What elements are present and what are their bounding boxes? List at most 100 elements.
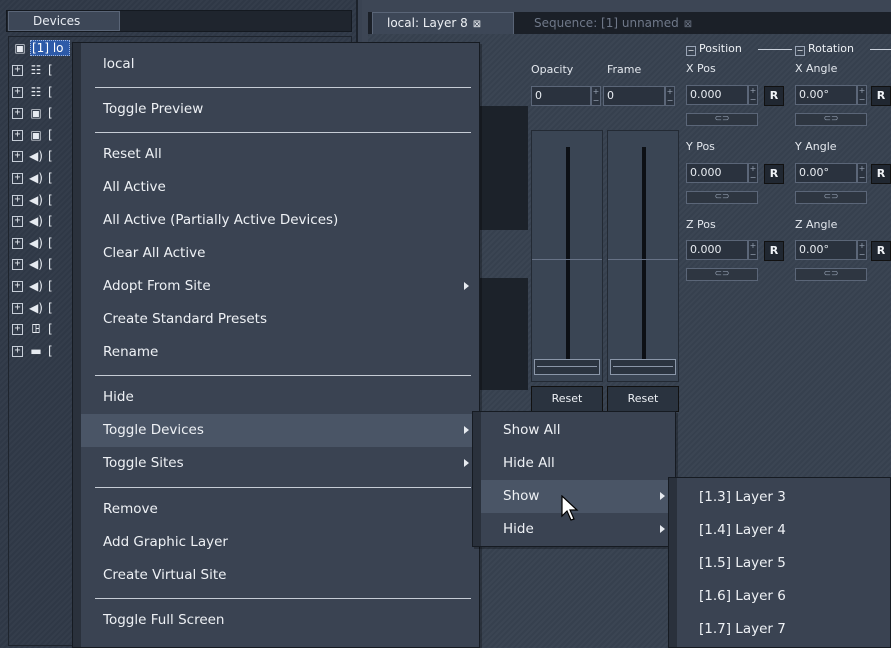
frame-stepper[interactable]: + − <box>665 86 675 106</box>
z-pos-input[interactable]: 0.000 <box>686 240 748 260</box>
tree-item[interactable]: + ◀) [ <box>12 235 72 253</box>
expand-icon[interactable]: + <box>12 173 23 184</box>
menu-item-local[interactable]: local <box>81 48 479 81</box>
slider-handle[interactable] <box>534 359 600 375</box>
tree-item[interactable]: + ◀) [ <box>12 170 72 188</box>
tree-item-label: [ <box>48 322 53 337</box>
x-angle-reset-button[interactable]: R <box>871 86 891 106</box>
tree-item[interactable]: + ☷ [ <box>12 84 72 102</box>
tree-item[interactable]: + ◀) [ <box>12 148 72 166</box>
position-group-header[interactable]: − Position <box>686 42 742 56</box>
close-icon[interactable]: ⊠ <box>473 19 481 30</box>
menu-item-hide[interactable]: Hide <box>81 381 479 414</box>
link-icon[interactable]: ⊂⊃ <box>686 268 758 281</box>
x-pos-stepper[interactable]: + − <box>748 85 758 105</box>
menu-item-hide-all[interactable]: Hide All <box>481 447 675 480</box>
link-icon[interactable]: ⊂⊃ <box>795 113 867 126</box>
link-icon[interactable]: ⊂⊃ <box>795 268 867 281</box>
tree-item[interactable]: + ▣ [ <box>12 105 72 123</box>
menu-item-1-6-layer-6[interactable]: [1.6] Layer 6 <box>677 580 890 613</box>
frame-slider[interactable] <box>607 130 679 382</box>
y-pos-label: Y Pos <box>686 140 715 153</box>
tab-sequence[interactable]: Sequence: [1] unnamed ⊠ <box>520 14 732 34</box>
menu-item-show-all[interactable]: Show All <box>481 414 675 447</box>
tree-item[interactable]: + ◀) [ <box>12 256 72 274</box>
menu-item-remove[interactable]: Remove <box>81 493 479 526</box>
menu-item-create-virtual-site[interactable]: Create Virtual Site <box>81 559 479 592</box>
frame-input[interactable]: 0 <box>603 86 665 106</box>
y-angle-stepper[interactable]: + − <box>857 163 867 183</box>
expand-icon[interactable]: + <box>12 281 23 292</box>
tree-item[interactable]: + ▬ [ <box>12 343 72 361</box>
expand-icon[interactable]: + <box>12 345 23 357</box>
frame-reset-button[interactable]: Reset <box>607 386 679 412</box>
y-angle-reset-button[interactable]: R <box>871 164 891 184</box>
opacity-reset-button[interactable]: Reset <box>531 386 603 412</box>
x-pos-reset-button[interactable]: R <box>764 86 784 106</box>
link-icon[interactable]: ⊂⊃ <box>686 113 758 126</box>
z-angle-reset-button[interactable]: R <box>871 241 891 261</box>
tree-item[interactable]: + ▣ [ <box>12 127 72 145</box>
x-pos-input[interactable]: 0.000 <box>686 85 748 105</box>
devices-tab[interactable]: Devices <box>8 11 120 31</box>
menu-item-reset-all[interactable]: Reset All <box>81 138 479 171</box>
x-angle-input[interactable]: 0.00° <box>795 85 857 105</box>
expand-icon[interactable]: + <box>12 108 23 120</box>
z-pos-stepper[interactable]: + − <box>748 240 758 260</box>
menu-item-1-7-layer-7[interactable]: [1.7] Layer 7 <box>677 613 890 646</box>
menu-item-1-5-layer-5[interactable]: [1.5] Layer 5 <box>677 547 890 580</box>
menu-item-toggle-preview[interactable]: Toggle Preview <box>81 93 479 126</box>
expand-icon[interactable]: + <box>12 86 23 98</box>
opacity-stepper[interactable]: + − <box>591 86 601 106</box>
y-pos-reset-button[interactable]: R <box>764 164 784 184</box>
tree-item[interactable]: + ◀) [ <box>12 300 72 318</box>
expand-icon[interactable]: + <box>12 324 23 336</box>
tree-item[interactable]: + ◀) [ <box>12 192 72 210</box>
tree-item[interactable]: + ◀) [ <box>12 213 72 231</box>
opacity-input[interactable]: 0 <box>531 86 591 106</box>
menu-item-clear-all-active[interactable]: Clear All Active <box>81 237 479 270</box>
link-icon[interactable]: ⊂⊃ <box>795 191 867 204</box>
menu-item-toggle-devices[interactable]: Toggle Devices <box>81 414 479 447</box>
z-pos-reset-button[interactable]: R <box>764 241 784 261</box>
tree-root-label[interactable]: [1] lo <box>30 40 70 56</box>
menu-item-adopt-from-site[interactable]: Adopt From Site <box>81 270 479 303</box>
opacity-slider[interactable] <box>531 130 603 382</box>
collapse-icon[interactable]: − <box>686 46 696 56</box>
tree-root-item[interactable]: ▣ [1] lo <box>12 40 72 56</box>
expand-icon[interactable]: + <box>12 259 23 271</box>
menu-item-1-3-layer-3[interactable]: [1.3] Layer 3 <box>677 481 890 514</box>
expand-icon[interactable]: + <box>12 237 23 249</box>
expand-icon[interactable]: + <box>12 129 23 141</box>
rotation-group-header[interactable]: − Rotation <box>795 42 854 56</box>
menu-item-toggle-sites[interactable]: Toggle Sites <box>81 447 479 480</box>
z-angle-input[interactable]: 0.00° <box>795 240 857 260</box>
expand-icon[interactable]: + <box>12 216 23 228</box>
close-icon[interactable]: ⊠ <box>684 19 692 30</box>
y-angle-input[interactable]: 0.00° <box>795 163 857 183</box>
menu-item-1-4-layer-4[interactable]: [1.4] Layer 4 <box>677 514 890 547</box>
expand-icon[interactable]: + <box>12 151 23 163</box>
z-angle-stepper[interactable]: + − <box>857 240 867 260</box>
tab-layer[interactable]: local: Layer 8 ⊠ <box>372 12 514 34</box>
menu-item-all-active[interactable]: All Active <box>81 171 479 204</box>
collapse-icon[interactable]: − <box>795 46 805 56</box>
y-pos-stepper[interactable]: + − <box>748 163 758 183</box>
menu-item-all-active-partially-active-devices[interactable]: All Active (Partially Active Devices) <box>81 204 479 237</box>
expand-icon[interactable]: + <box>12 302 23 314</box>
tree-item[interactable]: + ☷ [ <box>12 62 72 80</box>
menu-item-create-standard-presets[interactable]: Create Standard Presets <box>81 303 479 336</box>
x-angle-stepper[interactable]: + − <box>857 85 867 105</box>
y-pos-input[interactable]: 0.000 <box>686 163 748 183</box>
expand-icon[interactable]: + <box>12 65 23 76</box>
menu-item-label: Add Graphic Layer <box>103 534 228 550</box>
slider-handle[interactable] <box>610 359 676 375</box>
tree-item[interactable]: + ꖸ [ <box>12 321 72 339</box>
link-icon[interactable]: ⊂⊃ <box>686 191 758 204</box>
menu-item-toggle-full-screen[interactable]: Toggle Full Screen <box>81 604 479 637</box>
menu-item-add-graphic-layer[interactable]: Add Graphic Layer <box>81 526 479 559</box>
tree-item[interactable]: + ◀) [ <box>12 278 72 296</box>
menu-item-rename[interactable]: Rename <box>81 336 479 369</box>
expand-icon[interactable]: + <box>12 194 23 206</box>
speaker-icon: ◀) <box>29 235 43 250</box>
